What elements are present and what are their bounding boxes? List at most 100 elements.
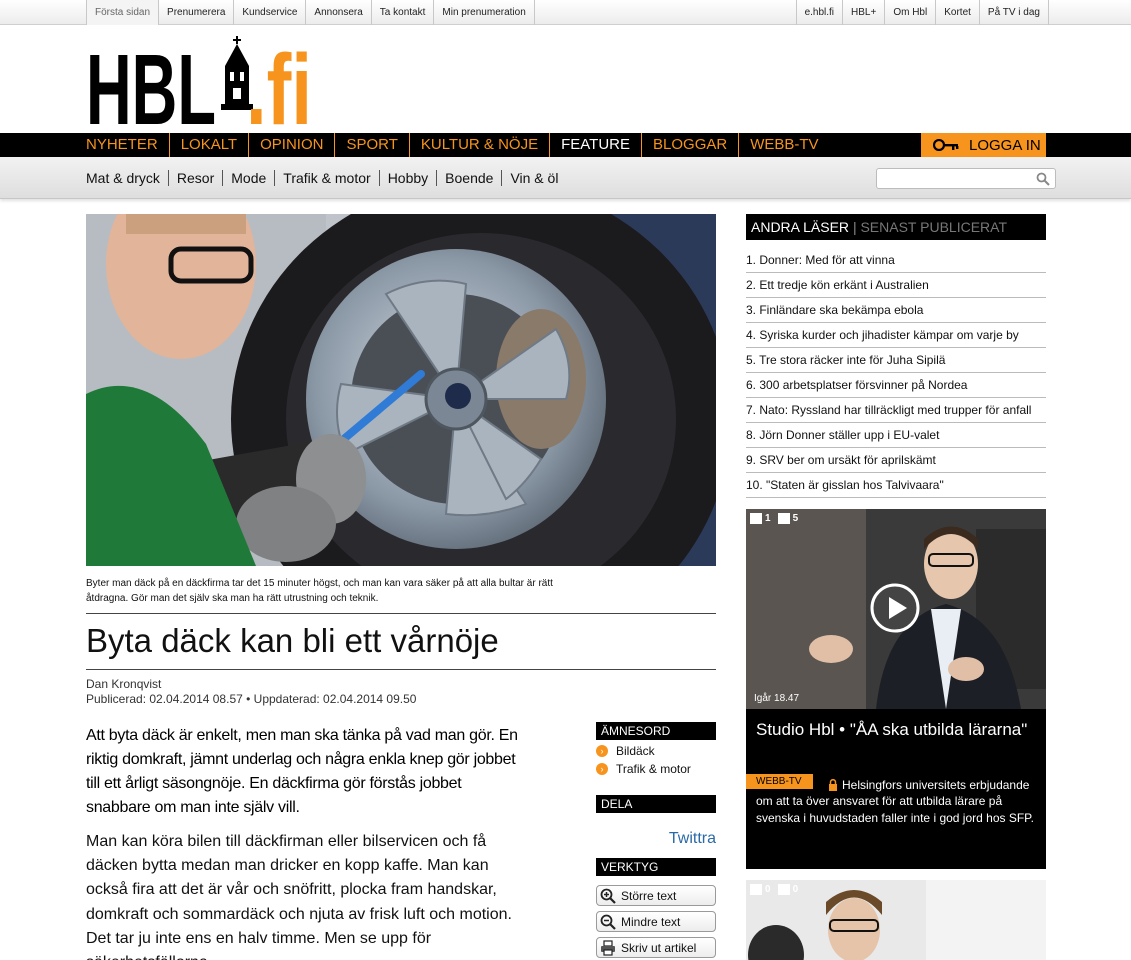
main-nav-items: NYHETER LOKALT OPINION SPORT KULTUR & NÖ… <box>86 133 830 157</box>
toplink-ehbl[interactable]: e.hbl.fi <box>795 0 842 25</box>
search-input[interactable] <box>882 169 1032 188</box>
search-box <box>876 168 1056 189</box>
subnav-trafik-motor[interactable]: Trafik & motor <box>274 170 378 186</box>
top-utility-bar: Första sidan Prenumerera Kundservice Ann… <box>0 0 1131 25</box>
twitter-share-link[interactable]: Twittra <box>596 830 716 848</box>
hbl-logo-graphic: HBL .fi <box>86 34 312 146</box>
like-count: 5 <box>792 513 799 524</box>
article-title: Byta däck kan bli ett vårnöje <box>86 622 499 659</box>
list-item[interactable]: 7. Nato: Ryssland har tillräckligt med t… <box>746 398 1046 423</box>
nav-bloggar[interactable]: BLOGGAR <box>641 133 738 157</box>
card-counts: 0 0 <box>750 883 798 896</box>
toplink-pa-tv[interactable]: På TV i dag <box>978 0 1049 25</box>
smaller-text-button[interactable]: Mindre text <box>596 911 716 932</box>
list-item[interactable]: 1. Donner: Med för att vinna <box>746 248 1046 273</box>
list-item[interactable]: 10. "Staten är gisslan hos Talvivaara" <box>746 473 1046 498</box>
subnav-mat-dryck[interactable]: Mat & dryck <box>86 170 168 186</box>
comment-icon <box>750 884 762 895</box>
logo-text: HBL <box>86 36 216 126</box>
dela-box: DELA <box>596 795 716 813</box>
divider <box>86 669 716 670</box>
top-links-right: e.hbl.fi HBL+ Om Hbl Kortet På TV i dag <box>795 0 1049 25</box>
arrow-right-icon: › <box>596 745 608 757</box>
toplink-prenumerera[interactable]: Prenumerera <box>158 0 233 25</box>
nav-sport[interactable]: SPORT <box>334 133 408 157</box>
list-item[interactable]: 5. Tre stora räcker inte för Juha Sipilä <box>746 348 1046 373</box>
zoom-out-icon <box>600 914 616 930</box>
list-item[interactable]: 3. Finländare ska bekämpa ebola <box>746 298 1046 323</box>
news-card-image[interactable]: 0 0 <box>746 880 1046 960</box>
author-name[interactable]: Dan Kronqvist <box>86 677 416 692</box>
toplink-forsta-sidan[interactable]: Första sidan <box>86 0 159 25</box>
nav-nyheter[interactable]: NYHETER <box>86 133 169 157</box>
toplink-min-prenumeration[interactable]: Min prenumeration <box>433 0 535 25</box>
toplink-ta-kontakt[interactable]: Ta kontakt <box>370 0 434 25</box>
subnav-resor[interactable]: Resor <box>167 170 222 186</box>
tab-senast-publicerat[interactable]: SENAST PUBLICERAT <box>860 219 1007 235</box>
divider <box>86 613 716 614</box>
most-read-list: 1. Donner: Med för att vinna 2. Ett tred… <box>746 248 1046 498</box>
login-button[interactable]: LOGGA IN <box>921 133 1046 157</box>
subnav-mode[interactable]: Mode <box>222 170 274 186</box>
toplink-hbl-plus[interactable]: HBL+ <box>842 0 884 25</box>
top-links-left: Första sidan Prenumerera Kundservice Ann… <box>86 0 535 25</box>
nav-webb-tv[interactable]: WEBB-TV <box>738 133 829 157</box>
larger-text-button[interactable]: Större text <box>596 885 716 906</box>
logo-suffix: .fi <box>246 36 312 126</box>
article-lead: Att byta däck är enkelt, men man ska tän… <box>86 727 518 816</box>
tool-label: Mindre text <box>621 914 681 929</box>
image-caption: Byter man däck på en däckfirma tar det 1… <box>86 578 553 604</box>
video-card[interactable]: 1 5 Igår 18.47 Studio Hbl • "ÅA ska utbi… <box>746 509 1046 869</box>
list-item[interactable]: 8. Jörn Donner ställer upp i EU-valet <box>746 423 1046 448</box>
sub-nav: Mat & dryck Resor Mode Trafik & motor Ho… <box>0 157 1131 199</box>
list-item[interactable]: 2. Ett tredje kön erkänt i Australien <box>746 273 1046 298</box>
tab-andra-laser[interactable]: ANDRA LÄSER <box>751 219 849 235</box>
article-body: Man kan köra bilen till däckfirman eller… <box>86 833 512 960</box>
nav-feature[interactable]: FEATURE <box>549 133 641 157</box>
subnav-boende[interactable]: Boende <box>436 170 501 186</box>
comment-icon <box>750 513 762 524</box>
amnesord-box: ÄMNESORD › Bildäck › Trafik & motor <box>596 722 716 778</box>
key-icon <box>933 139 959 151</box>
tire-change-photo <box>86 214 716 566</box>
printer-icon <box>601 939 615 956</box>
play-icon[interactable] <box>870 583 920 633</box>
subnav-hobby[interactable]: Hobby <box>378 170 436 186</box>
article-hero-image[interactable] <box>86 214 716 566</box>
comment-count: 0 <box>765 884 771 895</box>
nav-opinion[interactable]: OPINION <box>248 133 334 157</box>
subnav-vin-ol[interactable]: Vin & öl <box>501 170 566 186</box>
verktyg-box: VERKTYG <box>596 858 716 876</box>
list-item[interactable]: 4. Syriska kurder och jihadister kämpar … <box>746 323 1046 348</box>
toplink-annonsera[interactable]: Annonsera <box>305 0 370 25</box>
tool-label: Större text <box>621 888 677 903</box>
list-item[interactable]: 6. 300 arbetsplatser försvinner på Norde… <box>746 373 1046 398</box>
tool-label: Skriv ut artikel <box>621 940 697 955</box>
tag-item[interactable]: › Trafik & motor <box>596 760 716 778</box>
like-count: 0 <box>792 884 799 895</box>
video-description: Helsingfors universitets erbjudande om a… <box>756 778 1034 825</box>
toplink-kundservice[interactable]: Kundservice <box>233 0 305 25</box>
print-article-button[interactable]: Skriv ut artikel <box>596 937 716 958</box>
toplink-om-hbl[interactable]: Om Hbl <box>884 0 935 25</box>
article-byline: Dan Kronqvist Publicerad: 02.04.2014 08.… <box>86 677 416 707</box>
verktyg-header: VERKTYG <box>596 858 716 876</box>
list-item[interactable]: 9. SRV ber om ursäkt för aprilskämt <box>746 448 1046 473</box>
facebook-icon <box>777 513 790 524</box>
video-title[interactable]: Studio Hbl • "ÅA ska utbilda lärarna" <box>756 719 1036 740</box>
nav-lokalt[interactable]: LOKALT <box>168 133 248 157</box>
tag-item[interactable]: › Bildäck <box>596 742 716 760</box>
facebook-icon <box>777 884 790 895</box>
video-counts: 1 5 <box>750 512 798 525</box>
search-icon[interactable] <box>1036 172 1050 186</box>
arrow-right-icon: › <box>596 763 608 775</box>
toplink-kortet[interactable]: Kortet <box>935 0 979 25</box>
video-time: Igår 18.47 <box>754 693 800 704</box>
tag-label: Bildäck <box>616 744 655 758</box>
site-logo[interactable]: HBL .fi <box>86 34 312 146</box>
main-nav: NYHETER LOKALT OPINION SPORT KULTUR & NÖ… <box>0 133 1131 157</box>
login-label: LOGGA IN <box>969 136 1041 154</box>
nav-kultur[interactable]: KULTUR & NÖJE <box>408 133 549 157</box>
dela-header: DELA <box>596 795 716 813</box>
publish-dates: Publicerad: 02.04.2014 08.57 • Uppdatera… <box>86 692 417 706</box>
